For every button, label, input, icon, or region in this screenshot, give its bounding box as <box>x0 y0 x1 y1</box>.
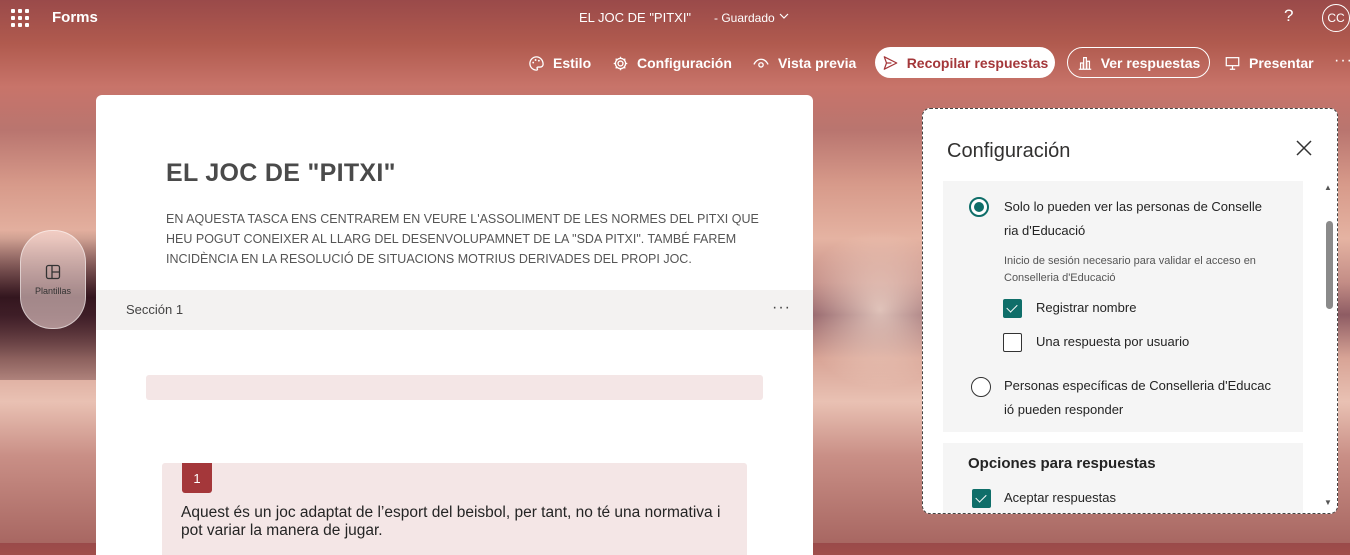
section-label: Sección 1 <box>126 302 184 317</box>
bar-chart-icon <box>1077 55 1093 71</box>
style-button[interactable]: Estilo <box>528 48 591 78</box>
template-icon <box>45 264 61 279</box>
gear-icon <box>612 55 629 72</box>
form-title[interactable]: EL JOC DE "PITXI" <box>166 159 396 188</box>
more-options-icon[interactable]: ··· <box>1334 52 1350 70</box>
avatar[interactable]: CC <box>1322 4 1350 32</box>
settings-title: Configuración <box>947 140 1071 162</box>
section-header: Sección 1 ··· <box>96 290 813 330</box>
one-response-checkbox[interactable] <box>1003 333 1022 352</box>
templates-label: Plantillas <box>34 285 72 296</box>
scroll-down-icon[interactable]: ▼ <box>1324 498 1332 507</box>
close-icon[interactable] <box>1295 139 1313 162</box>
response-options-title: Opciones para respuestas <box>968 455 1156 472</box>
accept-responses-checkbox[interactable] <box>972 489 991 508</box>
document-title[interactable]: EL JOC DE "PITXI" <box>579 10 691 25</box>
radio-org-only[interactable] <box>969 197 989 217</box>
option-specific-label: Personas específicas de Conselleria d'Ed… <box>1004 378 1271 417</box>
response-options-group: Opciones para respuestas Aceptar respues… <box>943 443 1303 513</box>
org-hint: Inicio de sesión necesario para validar … <box>1004 255 1256 284</box>
view-responses-label: Ver respuestas <box>1100 54 1201 71</box>
form-description[interactable]: EN AQUESTA TASCA ENS CENTRAREM EN VEURE … <box>166 209 766 269</box>
scrollbar-thumb[interactable] <box>1326 221 1333 309</box>
option-org-only-label: Solo lo pueden ver las personas de Conse… <box>1004 199 1263 238</box>
palette-icon <box>528 55 545 72</box>
present-label: Presentar <box>1249 55 1314 71</box>
app-launcher-icon[interactable] <box>11 9 29 27</box>
top-bar: Forms EL JOC DE "PITXI" - Guardado ? CC <box>0 0 1350 36</box>
chevron-down-icon[interactable] <box>778 10 790 25</box>
who-can-respond-group: Solo lo pueden ver las personas de Conse… <box>943 181 1303 432</box>
form-card: EL JOC DE "PITXI" EN AQUESTA TASCA ENS C… <box>96 95 813 555</box>
eye-icon <box>752 55 770 72</box>
preview-button[interactable]: Vista previa <box>752 48 856 78</box>
help-icon[interactable]: ? <box>1284 6 1293 26</box>
settings-label: Configuración <box>637 55 732 71</box>
settings-button[interactable]: Configuración <box>612 48 732 78</box>
save-status: - Guardado <box>714 11 775 25</box>
send-icon <box>882 55 899 71</box>
record-name-checkbox[interactable] <box>1003 299 1022 318</box>
style-label: Estilo <box>553 55 592 71</box>
view-responses-button[interactable]: Ver respuestas <box>1067 47 1210 78</box>
section-title-placeholder[interactable] <box>146 375 763 400</box>
question-text: Aquest és un joc adaptat de l’esport del… <box>181 504 721 539</box>
collect-responses-button[interactable]: Recopilar respuestas <box>875 47 1055 78</box>
question-card[interactable]: 1 Aquest és un joc adaptat de l’esport d… <box>162 463 747 555</box>
collect-responses-label: Recopilar respuestas <box>906 54 1049 71</box>
monitor-icon <box>1224 55 1241 71</box>
app-name[interactable]: Forms <box>52 9 98 26</box>
question-number: 1 <box>182 463 212 493</box>
accept-responses-label: Aceptar respuestas <box>1004 490 1117 505</box>
record-name-label: Registrar nombre <box>1036 300 1137 315</box>
settings-scroll-area: Solo lo pueden ver las personas de Conse… <box>943 181 1303 513</box>
radio-specific-people[interactable] <box>971 377 991 397</box>
scroll-up-icon[interactable]: ▲ <box>1324 183 1332 192</box>
one-response-label: Una respuesta por usuario <box>1036 334 1190 349</box>
preview-label: Vista previa <box>778 55 857 71</box>
present-button[interactable]: Presentar <box>1224 48 1314 78</box>
templates-button[interactable]: Plantillas <box>20 230 86 329</box>
section-more-icon[interactable]: ··· <box>772 299 791 317</box>
settings-panel: Configuración Solo lo pueden ver las per… <box>922 108 1338 514</box>
